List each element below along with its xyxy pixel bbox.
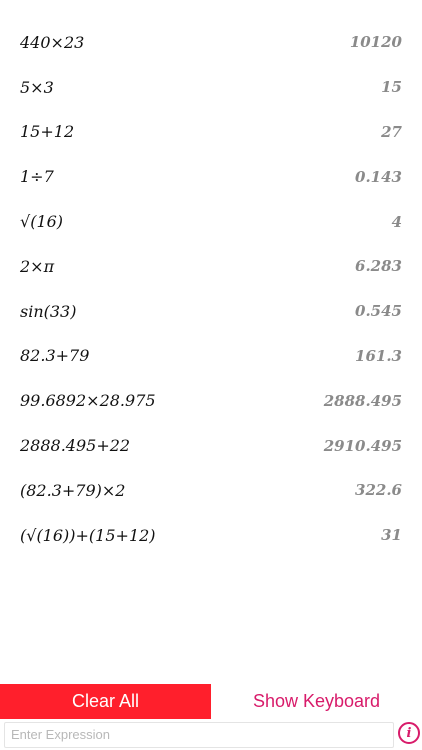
action-bar: Clear All Show Keyboard (0, 684, 422, 719)
history-result: 4 (391, 212, 402, 231)
history-row[interactable]: √(16) 4 (0, 199, 422, 244)
history-result: 27 (381, 122, 402, 141)
history-list: 440×23 10120 5×3 15 15+12 27 1÷7 0.143 √… (0, 20, 422, 558)
history-row[interactable]: 2888.495+22 2910.495 (0, 423, 422, 468)
history-row[interactable]: 5×3 15 (0, 65, 422, 110)
history-expression: 1÷7 (20, 167, 54, 187)
history-result: 161.3 (355, 346, 402, 365)
input-bar: i (0, 719, 422, 750)
history-row[interactable]: 15+12 27 (0, 110, 422, 155)
history-row[interactable]: sin(33) 0.545 (0, 289, 422, 334)
history-expression: √(16) (20, 212, 64, 232)
history-expression: 82.3+79 (20, 346, 90, 366)
history-row[interactable]: 2×π 6.283 (0, 244, 422, 289)
history-row[interactable]: (82.3+79)×2 322.6 (0, 468, 422, 513)
show-keyboard-button[interactable]: Show Keyboard (211, 684, 422, 719)
history-row[interactable]: 440×23 10120 (0, 20, 422, 65)
history-row[interactable]: 99.6892×28.975 2888.495 (0, 378, 422, 423)
info-circle-icon[interactable]: i (398, 722, 420, 744)
history-expression: (82.3+79)×2 (20, 480, 126, 500)
history-expression: sin(33) (20, 301, 77, 321)
history-expression: 99.6892×28.975 (20, 391, 156, 411)
history-result: 322.6 (355, 481, 402, 500)
history-result: 31 (381, 526, 402, 545)
history-expression: 2×π (20, 256, 55, 276)
history-row[interactable]: 1÷7 0.143 (0, 154, 422, 199)
history-expression: 2888.495+22 (20, 436, 131, 456)
history-row[interactable]: 82.3+79 161.3 (0, 334, 422, 379)
history-expression: 15+12 (20, 122, 75, 142)
clear-all-button[interactable]: Clear All (0, 684, 211, 719)
history-row[interactable]: (√(16))+(15+12) 31 (0, 513, 422, 558)
calculator-screen: 440×23 10120 5×3 15 15+12 27 1÷7 0.143 √… (0, 0, 422, 750)
history-expression: 440×23 (20, 32, 85, 52)
history-expression: (√(16))+(15+12) (20, 525, 156, 545)
history-result: 15 (381, 78, 402, 97)
expression-input[interactable] (4, 721, 394, 748)
history-result: 0.545 (355, 302, 402, 321)
history-result: 10120 (349, 33, 402, 52)
history-result: 6.283 (355, 257, 402, 276)
history-expression: 5×3 (20, 77, 54, 97)
history-result: 2910.495 (323, 436, 402, 455)
history-result: 2888.495 (323, 391, 402, 410)
history-result: 0.143 (355, 167, 402, 186)
